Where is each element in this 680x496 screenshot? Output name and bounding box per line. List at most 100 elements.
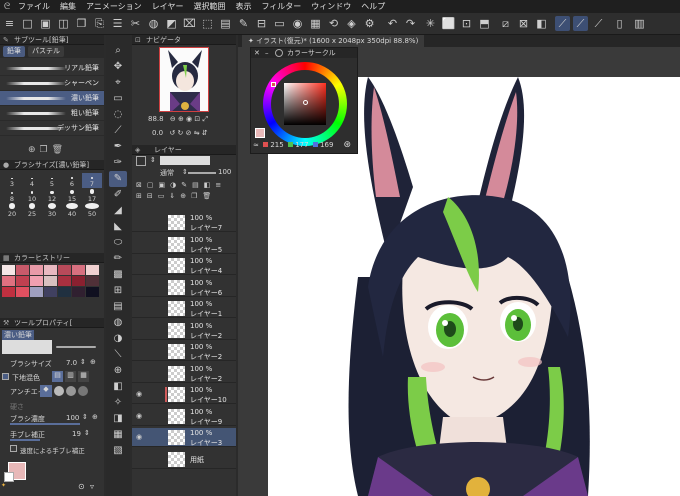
color-history-swatch[interactable] bbox=[58, 265, 71, 275]
stabilization-slider[interactable] bbox=[10, 439, 40, 441]
grid-tool-icon[interactable]: ▦ bbox=[109, 427, 127, 443]
pen-stroke-icon[interactable]: ⟋ bbox=[573, 16, 588, 31]
flip-h-icon[interactable]: ⇋ bbox=[194, 129, 200, 137]
mix-mode-2-icon[interactable]: ▥ bbox=[65, 371, 76, 382]
layer-row[interactable]: 100 % レイヤー7 bbox=[132, 213, 236, 232]
color-history-swatch[interactable] bbox=[30, 265, 43, 275]
color-history-swatch[interactable] bbox=[44, 287, 57, 297]
pen-pressure-icon[interactable]: ⟋ bbox=[555, 16, 570, 31]
color-settings-icon[interactable]: ⊛ bbox=[343, 138, 351, 152]
color-history-swatch[interactable] bbox=[2, 276, 15, 286]
fill-icon[interactable]: ◧ bbox=[534, 16, 549, 31]
layer-row[interactable]: 100 % レイヤー2 bbox=[132, 363, 236, 383]
layer-row[interactable]: ◉ 100 % レイヤー9 bbox=[132, 406, 236, 426]
settings-icon[interactable]: ⚙ bbox=[362, 16, 377, 31]
antialias-strong-icon[interactable] bbox=[78, 386, 88, 396]
merge-icon[interactable]: ⇓ bbox=[169, 192, 175, 202]
zoom-tool-icon[interactable]: ⌕ bbox=[109, 43, 127, 59]
brush-item[interactable]: シャーペン bbox=[0, 76, 104, 91]
zoom-reset-icon[interactable]: ◉ bbox=[186, 115, 192, 123]
menu-view[interactable]: 表示 bbox=[231, 0, 257, 13]
layer-row[interactable]: 100 % レイヤー2 bbox=[132, 342, 236, 361]
brush-size-option[interactable]: 6 bbox=[62, 173, 82, 188]
tab-pencil[interactable]: 鉛筆 bbox=[3, 46, 25, 57]
trash-icon[interactable]: 🗑 bbox=[202, 192, 211, 202]
layer-row[interactable]: 用紙 bbox=[132, 449, 236, 469]
hue-ring[interactable] bbox=[263, 62, 347, 146]
checker-tool-icon[interactable]: ▧ bbox=[109, 443, 127, 459]
hue-cursor[interactable] bbox=[271, 82, 276, 87]
menu-icon[interactable]: ≡ bbox=[215, 181, 221, 191]
blend-tool-icon[interactable]: ◣ bbox=[109, 219, 127, 235]
color-icon[interactable]: ◧ bbox=[204, 181, 211, 191]
lasso-tool-icon[interactable]: ◌ bbox=[109, 107, 127, 123]
color-history-swatch[interactable] bbox=[16, 287, 29, 297]
brush-size-option[interactable]: 20 bbox=[2, 203, 22, 218]
mix-mode-3-icon[interactable]: ▦ bbox=[78, 371, 89, 382]
device-icon[interactable]: ▯ bbox=[612, 16, 627, 31]
selection-tool-icon[interactable]: ▭ bbox=[109, 91, 127, 107]
color-history-swatch[interactable] bbox=[2, 287, 15, 297]
color-history-swatch[interactable] bbox=[16, 276, 29, 286]
ruler-icon[interactable]: ▤ bbox=[192, 181, 199, 191]
minimize-icon[interactable]: – bbox=[265, 48, 269, 58]
brush-size-option[interactable]: 15 bbox=[62, 188, 82, 203]
new-file-icon[interactable]: □ bbox=[20, 16, 35, 31]
stepper-icon[interactable]: ⇕ bbox=[84, 429, 90, 437]
layer-visibility-icon[interactable]: ◉ bbox=[136, 390, 145, 398]
brush-size-option[interactable]: 4 bbox=[22, 173, 42, 188]
crop-icon[interactable]: ⊠ bbox=[516, 16, 531, 31]
brush-size-option[interactable]: 7 bbox=[82, 173, 102, 188]
paste-icon[interactable]: ⎘ bbox=[92, 16, 107, 31]
rotate-right-icon[interactable]: ↻ bbox=[177, 129, 183, 137]
color-history-swatch[interactable] bbox=[44, 276, 57, 286]
edit-icon[interactable]: ✎ bbox=[236, 16, 251, 31]
scroll-down-icon[interactable]: ▿ bbox=[90, 482, 94, 491]
brush-size-option[interactable]: 12 bbox=[42, 188, 62, 203]
save-icon[interactable]: ▣ bbox=[38, 16, 53, 31]
color-set-icon[interactable]: ◍ bbox=[146, 16, 161, 31]
menu-window[interactable]: ウィンドウ bbox=[307, 0, 357, 13]
layer-settings-icon[interactable]: ◫ bbox=[56, 16, 71, 31]
text-tool-icon[interactable]: ◍ bbox=[109, 315, 127, 331]
redo-icon[interactable]: ↷ bbox=[403, 16, 418, 31]
brush-size-option[interactable]: 50 bbox=[82, 203, 102, 218]
brush-size-option[interactable]: 30 bbox=[42, 203, 62, 218]
color-history-swatch[interactable] bbox=[58, 276, 71, 286]
brush-item[interactable]: 粗い鉛筆 bbox=[0, 106, 104, 121]
v-value[interactable]: 169 bbox=[320, 141, 333, 149]
stepper-icon[interactable]: ⇕ bbox=[80, 358, 86, 366]
layer-opacity-slider[interactable] bbox=[188, 172, 216, 174]
color-history-swatch[interactable] bbox=[72, 265, 85, 275]
no-selection-icon[interactable]: ⧄ bbox=[498, 16, 513, 31]
undo-history-icon[interactable]: ⟲ bbox=[326, 16, 341, 31]
blend-dropdown-icon[interactable]: ⇕ bbox=[182, 168, 188, 176]
rotate-left-icon[interactable]: ↺ bbox=[169, 129, 175, 137]
layer-move-tool-icon[interactable]: ◧ bbox=[109, 379, 127, 395]
color-history-swatch[interactable] bbox=[58, 287, 71, 297]
copy-icon[interactable]: ❐ bbox=[74, 16, 89, 31]
density-settings-icon[interactable]: ⊕ bbox=[92, 413, 98, 421]
duplicate-icon[interactable]: ❐ bbox=[40, 145, 48, 155]
new-folder-icon[interactable]: ▭ bbox=[158, 192, 165, 202]
menu-filter[interactable]: フィルター bbox=[257, 0, 307, 13]
shape-tool-icon[interactable]: ▩ bbox=[109, 267, 127, 283]
hamburger-icon[interactable]: ≡ bbox=[2, 16, 17, 31]
eraser-tool-icon[interactable]: ◢ bbox=[109, 203, 127, 219]
new-raster-icon[interactable]: ⊞ bbox=[136, 192, 142, 202]
combine-icon[interactable]: ⊕ bbox=[180, 192, 186, 202]
pen-alt-tool-icon[interactable]: ✑ bbox=[109, 155, 127, 171]
brush-size-option[interactable]: 40 bbox=[62, 203, 82, 218]
color-history-swatch[interactable] bbox=[30, 276, 43, 286]
frame-icon[interactable]: ▤ bbox=[218, 16, 233, 31]
deselect-icon[interactable]: ⊡ bbox=[459, 16, 474, 31]
lock-icon[interactable]: ⊠ bbox=[136, 181, 142, 191]
decoration-tool-icon[interactable]: ✧ bbox=[109, 395, 127, 411]
layer-row[interactable]: 100 % レイヤー1 bbox=[132, 299, 236, 318]
close-icon[interactable]: ✕ bbox=[254, 48, 260, 58]
base-color-checkbox[interactable] bbox=[2, 373, 9, 380]
app-logo-icon[interactable]: ᘓ bbox=[0, 0, 14, 13]
gradient-tool-icon[interactable]: ✏ bbox=[109, 251, 127, 267]
color-history-swatch[interactable] bbox=[44, 265, 57, 275]
flip-v-icon[interactable]: ⇵ bbox=[202, 129, 208, 137]
